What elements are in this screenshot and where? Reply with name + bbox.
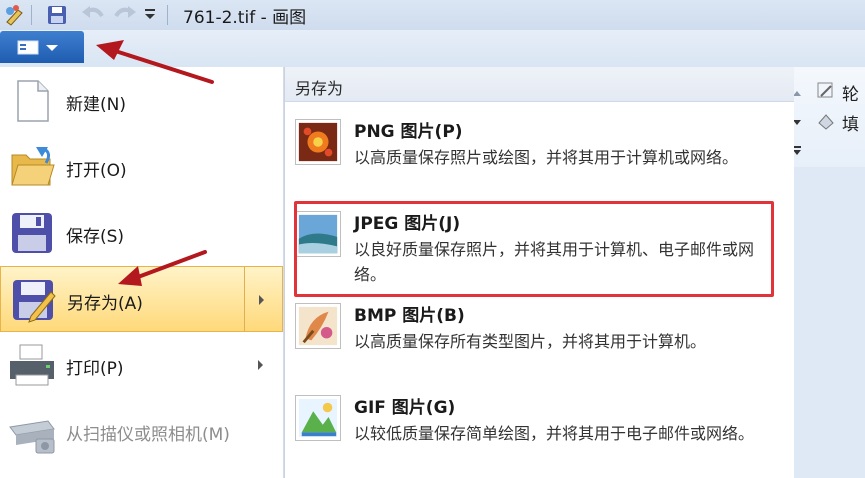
menu-item-save[interactable]: 保存(S): [0, 200, 283, 266]
format-name: BMP 图片(B): [354, 306, 465, 326]
app-menu-icon: [17, 40, 58, 55]
new-file-icon: [17, 80, 49, 122]
menu-strip: [0, 30, 865, 68]
fill-label[interactable]: 填: [842, 110, 859, 135]
menu-item-label: 另存为(A): [67, 294, 143, 314]
format-description: 以良好质量保存照片，并将其用于计算机、电子邮件或网络。: [354, 240, 755, 284]
redo-icon[interactable]: [112, 4, 138, 26]
menu-item-scanner[interactable]: 从扫描仪或照相机(M): [0, 398, 283, 464]
scanner-icon: [9, 420, 55, 454]
toolbar-separator: [167, 5, 168, 25]
menu-item-new[interactable]: 新建(N): [0, 68, 283, 134]
menu-item-label: 新建(N): [66, 95, 126, 115]
format-name: GIF 图片(G): [354, 398, 456, 418]
printer-icon: [10, 344, 54, 386]
menu-item-label: 保存(S): [66, 227, 125, 247]
format-item-bmp[interactable]: BMP 图片(B) 以高质量保存所有类型图片，并将其用于计算机。: [285, 293, 794, 385]
submenu-arrow-icon[interactable]: [259, 295, 264, 305]
format-item-jpeg[interactable]: JPEG 图片(J) 以良好质量保存照片，并将其用于计算机、电子邮件或网络。: [285, 201, 794, 293]
menu-item-label: 从扫描仪或照相机(M): [66, 425, 230, 445]
window-title: 761-2.tif - 画图: [183, 8, 307, 28]
app-menu-left-pane: 新建(N) 打开(O) 保存(S) 另存为(A) 打印(P) 从扫描仪或照相机(…: [0, 67, 284, 478]
save-disk-icon: [12, 213, 52, 253]
submenu-split: [244, 267, 245, 331]
format-description: 以高质量保存所有类型图片，并将其用于计算机。: [354, 332, 707, 351]
save-as-icon: [13, 280, 56, 323]
bmp-image-icon: [295, 303, 341, 349]
menu-item-label: 打开(O): [66, 161, 127, 181]
customize-dropdown-icon[interactable]: [144, 8, 156, 22]
png-image-icon: [295, 119, 341, 165]
app-menu-button[interactable]: [0, 31, 84, 63]
save-icon[interactable]: [46, 4, 68, 26]
toolbar-separator: [31, 5, 32, 25]
fill-bucket-icon[interactable]: [816, 111, 836, 131]
undo-icon[interactable]: [80, 4, 106, 26]
submenu-header-label: 另存为: [295, 79, 344, 98]
menu-item-save-as[interactable]: 另存为(A): [0, 266, 283, 332]
submenu-header: 另存为: [285, 67, 794, 102]
save-as-submenu: 另存为 PNG 图片(P) 以高质量保存照片或绘图，并将其用于计算机或网络。 J…: [284, 67, 794, 478]
jpeg-image-icon: [295, 211, 341, 257]
format-description: 以较低质量保存简单绘图，并将其用于电子邮件或网络。: [354, 424, 755, 443]
gif-image-icon: [295, 395, 341, 441]
format-name: JPEG 图片(J): [354, 214, 461, 234]
format-name: PNG 图片(P): [354, 122, 463, 142]
submenu-arrow-icon[interactable]: [258, 360, 263, 370]
paint-app-icon[interactable]: [4, 4, 28, 26]
outline-label[interactable]: 轮: [842, 80, 859, 105]
format-item-gif[interactable]: GIF 图片(G) 以较低质量保存简单绘图，并将其用于电子邮件或网络。: [285, 385, 794, 477]
format-description: 以高质量保存照片或绘图，并将其用于计算机或网络。: [354, 148, 739, 167]
outline-pencil-icon[interactable]: [816, 81, 836, 101]
menu-item-print[interactable]: 打印(P): [0, 332, 283, 398]
menu-item-label: 打印(P): [66, 359, 124, 379]
menu-item-open[interactable]: 打开(O): [0, 134, 283, 200]
open-folder-icon: [11, 147, 55, 186]
format-item-png[interactable]: PNG 图片(P) 以高质量保存照片或绘图，并将其用于计算机或网络。: [285, 109, 794, 201]
title-bar: 761-2.tif - 画图: [0, 0, 865, 30]
